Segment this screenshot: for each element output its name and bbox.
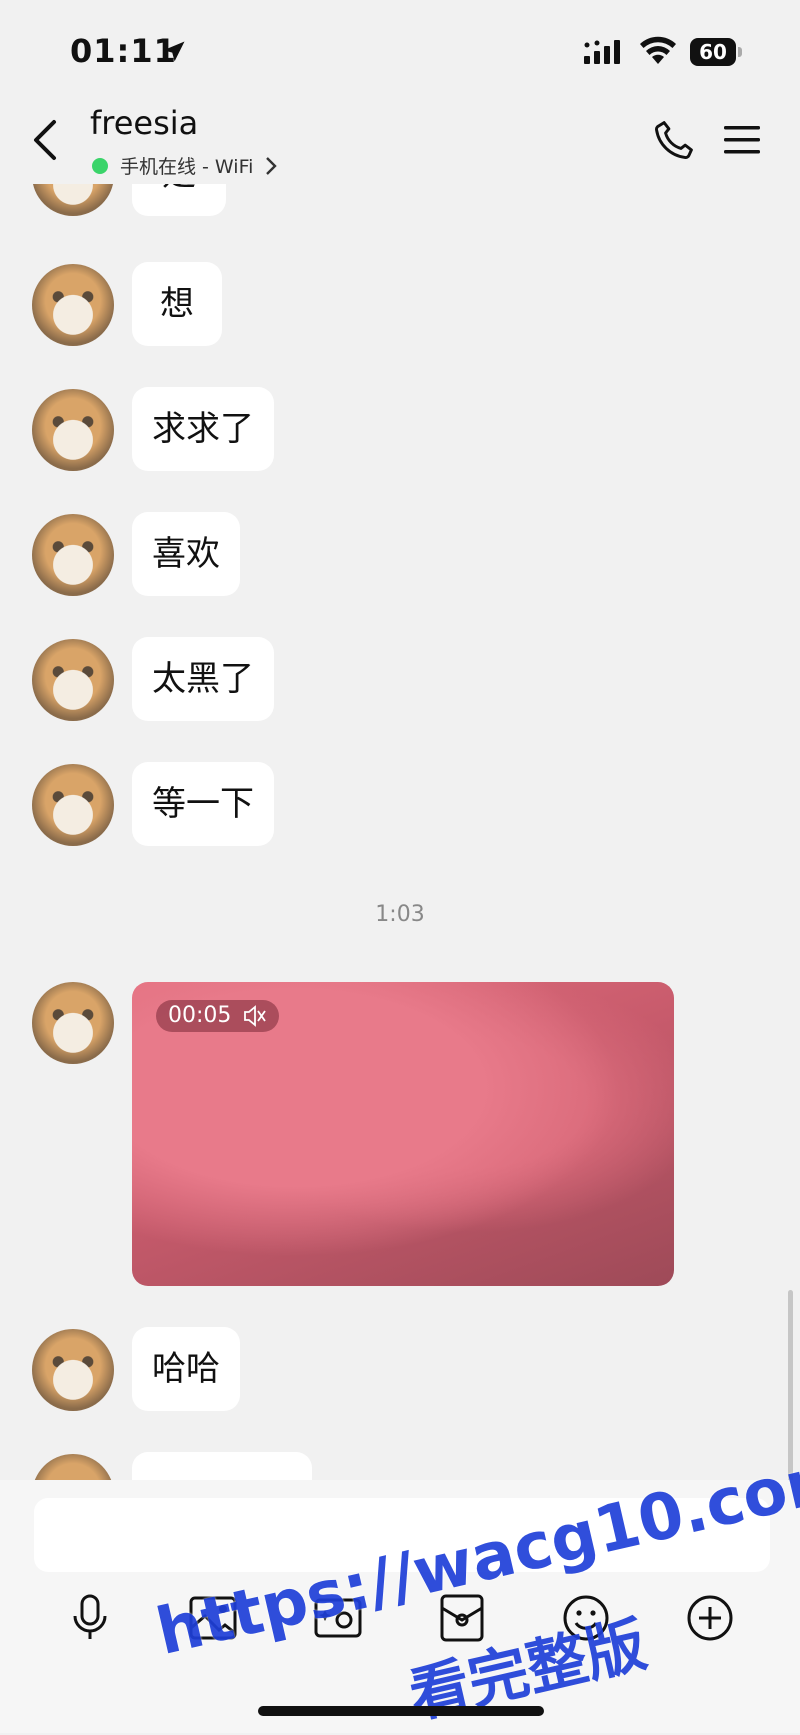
camera-icon [314,1598,362,1638]
avatar[interactable] [32,514,114,596]
status-bar: 01:11 60 [0,0,800,100]
photo-button[interactable] [185,1590,241,1646]
message-bubble[interactable]: 哈哈 [132,1327,240,1411]
menu-icon[interactable] [724,124,760,156]
avatar[interactable] [32,639,114,721]
back-icon[interactable] [28,118,64,162]
online-dot-icon [92,157,108,174]
red-packet-icon [440,1594,484,1642]
message-bubble[interactable]: 太黑了 [132,637,274,721]
message-bubble[interactable]: 喜欢 [132,512,240,596]
video-duration-badge: 00:05 [156,1000,280,1032]
camera-button[interactable] [310,1590,366,1646]
avatar[interactable] [32,184,114,216]
chat-header: freesia 手机在线 - WiFi [0,100,800,184]
contact-name[interactable]: freesia [90,104,198,142]
avatar[interactable] [32,764,114,846]
muted-speaker-icon [244,1005,267,1027]
emoji-icon [563,1595,609,1641]
avatar[interactable] [32,982,114,1064]
red-packet-button[interactable] [434,1590,490,1646]
phone-call-icon[interactable] [652,118,696,162]
location-arrow-icon [163,41,185,62]
message-bubble[interactable]: 想 [132,262,222,346]
composer-toolbar [0,1590,800,1660]
avatar[interactable] [32,1329,114,1411]
plus-icon [687,1595,733,1641]
home-indicator[interactable] [258,1706,544,1716]
presence-status[interactable]: 手机在线 - WiFi [92,152,278,179]
message-bubble[interactable]: 等一下 [132,762,274,846]
battery-icon: 60 [690,38,742,66]
message-bubble[interactable] [132,1452,312,1480]
message-list[interactable]: 是 想 求求了 喜欢 太黑了 等一下 1:03 00:05 哈哈 [0,184,800,1480]
more-button[interactable] [682,1590,738,1646]
voice-button[interactable] [62,1590,118,1646]
message-input[interactable] [34,1498,770,1572]
avatar[interactable] [32,389,114,471]
microphone-icon [73,1594,107,1639]
composer: https://wacg10.com 看完整版 [0,1438,800,1733]
avatar[interactable] [32,1454,114,1480]
chevron-right-icon [266,156,278,175]
video-duration: 00:05 [168,1003,232,1028]
message-bubble[interactable]: 求求了 [132,387,274,471]
wifi-icon [640,36,676,64]
presence-text: 手机在线 - WiFi [120,156,254,178]
cellular-signal-icon [584,40,620,64]
battery-level: 60 [690,38,736,66]
video-message[interactable]: 00:05 [132,982,674,1286]
message-bubble[interactable]: 是 [132,184,226,216]
avatar[interactable] [32,264,114,346]
scrollbar[interactable] [788,1290,793,1480]
message-timestamp: 1:03 [375,902,425,927]
image-icon [189,1596,237,1640]
emoji-button[interactable] [558,1590,614,1646]
